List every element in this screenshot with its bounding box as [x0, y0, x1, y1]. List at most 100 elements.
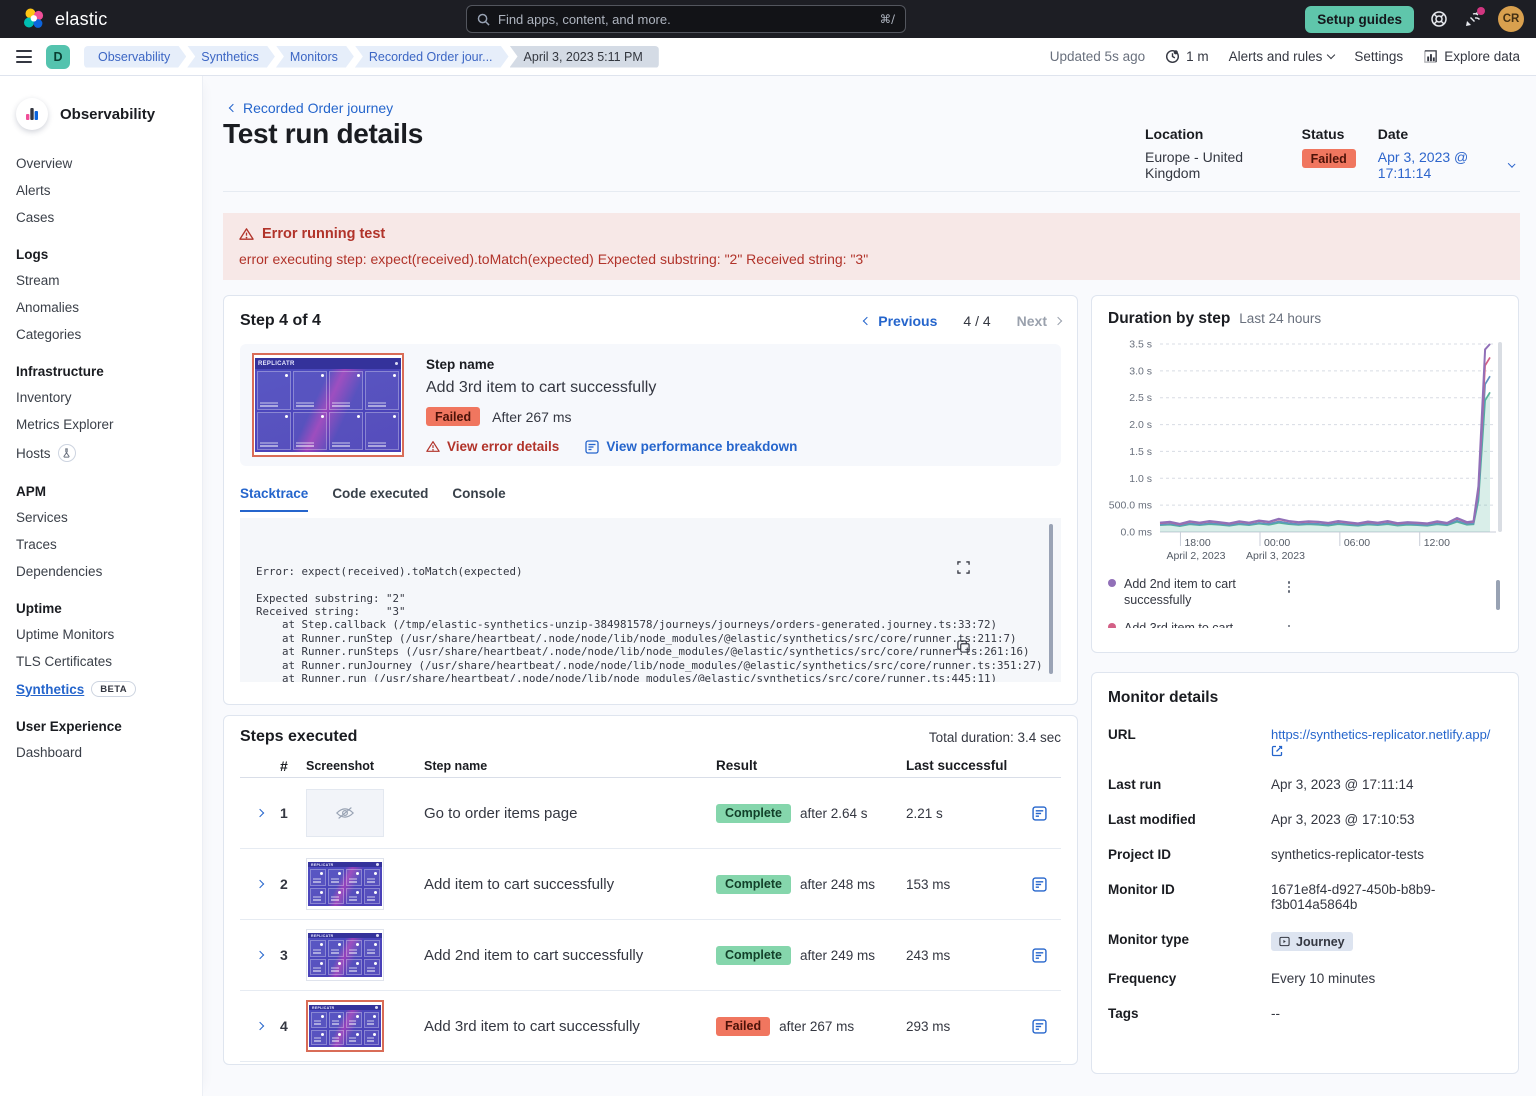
step-name-label: Step name — [426, 357, 797, 372]
sidebar-item-tls-certificates[interactable]: TLS Certificates — [16, 654, 186, 669]
screenshot-thumbnail[interactable]: REPLICATR — [306, 858, 384, 910]
monitor-row-value: Apr 3, 2023 @ 17:10:53 — [1271, 812, 1502, 827]
legend-options-icon[interactable] — [1285, 622, 1294, 629]
screenshot-thumbnail[interactable]: REPLICATR — [306, 929, 384, 981]
breadcrumb-item-3[interactable]: Monitors — [276, 46, 354, 68]
performance-breakdown-button[interactable] — [1026, 1019, 1061, 1034]
step-name-cell: Add 2nd item to cart successfully — [424, 947, 716, 964]
sidebar-item-metrics-explorer[interactable]: Metrics Explorer — [16, 417, 186, 432]
alerts-and-rules-menu[interactable]: Alerts and rules — [1229, 49, 1335, 64]
step-name-cell: Add item to cart successfully — [424, 876, 716, 893]
stacktrace-line: Received string: "3" — [256, 605, 1015, 618]
space-badge[interactable]: D — [46, 45, 70, 69]
pager-count: 4 / 4 — [963, 313, 990, 329]
product-card — [346, 1012, 362, 1027]
divider — [223, 191, 1520, 192]
view-error-details-link[interactable]: View error details — [426, 439, 559, 454]
breadcrumb-item-2[interactable]: Synthetics — [187, 46, 275, 68]
scrollbar[interactable] — [1496, 580, 1500, 610]
product-card — [346, 940, 362, 956]
legend-options-icon[interactable] — [1285, 578, 1294, 596]
date-picker[interactable]: Apr 3, 2023 @ 17:11:14 — [1378, 149, 1514, 181]
explore-data-link[interactable]: Explore data — [1423, 49, 1520, 64]
sidebar-item-alerts[interactable]: Alerts — [16, 183, 186, 198]
next-button[interactable]: Next — [1017, 313, 1061, 329]
copy-icon[interactable] — [957, 614, 1035, 681]
refresh-interval[interactable]: 1 m — [1165, 49, 1209, 64]
monitor-row-label: Monitor ID — [1108, 882, 1271, 912]
step-screenshot[interactable]: REPLICATR — [252, 353, 404, 457]
breadcrumb-item-1[interactable]: Observability — [84, 46, 186, 68]
step-tabs: Stacktrace Code executed Console — [240, 486, 1061, 512]
step-screenshot-cell: REPLICATR — [306, 929, 424, 981]
breadcrumb-item-4[interactable]: Recorded Order jour... — [355, 46, 509, 68]
avatar[interactable]: CR — [1498, 6, 1524, 32]
performance-breakdown-button[interactable] — [1026, 877, 1061, 892]
setup-guides-button[interactable]: Setup guides — [1305, 6, 1414, 33]
product-card — [346, 869, 362, 885]
back-link[interactable]: Recorded Order journey — [230, 100, 393, 116]
duration-chart[interactable]: 0.0 ms500.0 ms1.0 s1.5 s2.0 s2.5 s3.0 s3… — [1108, 334, 1502, 574]
svg-text:3.5 s: 3.5 s — [1129, 339, 1152, 351]
legend-item[interactable]: Add 2nd item to cart successfully — [1108, 576, 1293, 609]
elastic-logo[interactable]: elastic — [22, 7, 107, 31]
screenshot-thumbnail[interactable]: REPLICATR — [306, 1000, 384, 1052]
sidebar-section: User ExperienceDashboard — [16, 719, 186, 760]
stacktrace-line: at Runner.runJourney (/usr/share/heartbe… — [256, 659, 1015, 672]
tab-console[interactable]: Console — [452, 486, 505, 512]
performance-breakdown-button[interactable] — [1026, 948, 1061, 963]
help-icon[interactable] — [1430, 10, 1448, 28]
stacktrace-line — [256, 578, 1015, 591]
monitor-row-value: synthetics-replicator-tests — [1271, 847, 1502, 862]
news-feed-icon[interactable] — [1464, 10, 1482, 28]
expand-row-button[interactable] — [240, 810, 280, 816]
report-icon — [1032, 877, 1047, 892]
product-card — [329, 371, 363, 409]
sidebar-item-stream[interactable]: Stream — [16, 273, 186, 288]
screenshot-app: REPLICATR — [255, 358, 401, 452]
search-input[interactable] — [498, 12, 872, 27]
last-successful-cell: 153 ms — [906, 877, 1026, 892]
last-successful-cell: 2.21 s — [906, 806, 1026, 821]
view-performance-breakdown-link[interactable]: View performance breakdown — [585, 439, 797, 454]
product-card — [346, 959, 362, 975]
monitor-url-link[interactable]: https://synthetics-replicator.netlify.ap… — [1271, 727, 1490, 742]
last-successful-cell: 243 ms — [906, 948, 1026, 963]
external-link-icon[interactable] — [1271, 745, 1502, 757]
fullscreen-icon[interactable] — [957, 534, 1035, 601]
sidebar-item-dashboard[interactable]: Dashboard — [16, 745, 186, 760]
sidebar-item-overview[interactable]: Overview — [16, 156, 186, 171]
monitor-row-last-modified: Last modifiedApr 3, 2023 @ 17:10:53 — [1108, 812, 1502, 827]
global-search[interactable]: ⌘/ — [466, 5, 906, 33]
expand-row-button[interactable] — [240, 881, 280, 887]
tab-stacktrace[interactable]: Stacktrace — [240, 486, 308, 512]
status-badge: Failed — [1302, 149, 1356, 168]
sidebar-item-synthetics[interactable]: SyntheticsBETA — [16, 681, 186, 697]
settings-link[interactable]: Settings — [1354, 49, 1403, 64]
sidebar-item-dependencies[interactable]: Dependencies — [16, 564, 186, 579]
expand-row-button[interactable] — [240, 1023, 280, 1029]
svg-text:2.5 s: 2.5 s — [1129, 392, 1152, 404]
monitor-row-label: Last modified — [1108, 812, 1271, 827]
sidebar-item-services[interactable]: Services — [16, 510, 186, 525]
tab-code-executed[interactable]: Code executed — [332, 486, 428, 512]
previous-button[interactable]: Previous — [864, 313, 937, 329]
performance-breakdown-button[interactable] — [1026, 806, 1061, 821]
sidebar-item-label: Anomalies — [16, 300, 79, 315]
sidebar-item-cases[interactable]: Cases — [16, 210, 186, 225]
legend-item[interactable]: Add 3rd item to cart successfully — [1108, 620, 1293, 629]
expand-row-button[interactable] — [240, 952, 280, 958]
sidebar-item-hosts[interactable]: Hosts — [16, 444, 186, 462]
series-line — [1160, 357, 1490, 524]
menu-icon[interactable] — [12, 46, 36, 67]
step-number: 4 — [280, 1018, 306, 1034]
breadcrumb-item-5: April 3, 2023 5:11 PM — [510, 46, 659, 68]
scrollbar[interactable] — [1049, 524, 1053, 674]
sidebar-item-traces[interactable]: Traces — [16, 537, 186, 552]
monitor-row-label: Tags — [1108, 1006, 1271, 1021]
sidebar-item-uptime-monitors[interactable]: Uptime Monitors — [16, 627, 186, 642]
sidebar-item-categories[interactable]: Categories — [16, 327, 186, 342]
sidebar-item-inventory[interactable]: Inventory — [16, 390, 186, 405]
screenshot-thumbnail[interactable]: REPLICATR — [252, 353, 404, 457]
sidebar-item-anomalies[interactable]: Anomalies — [16, 300, 186, 315]
